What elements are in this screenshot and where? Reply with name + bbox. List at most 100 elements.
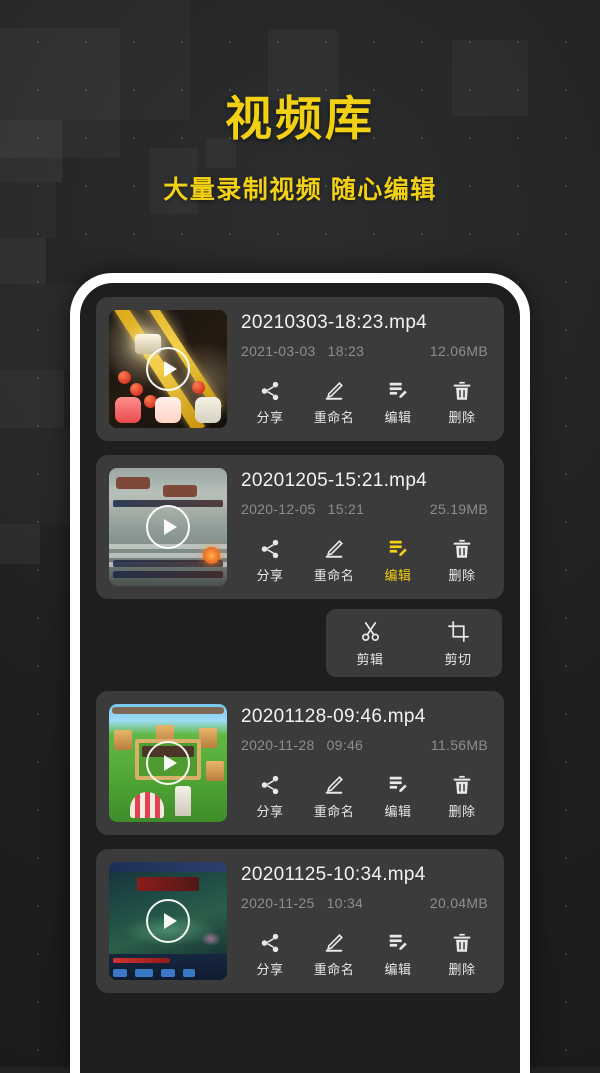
edit-button[interactable]: 编辑 — [369, 774, 427, 820]
rename-label: 重命名 — [313, 962, 355, 977]
pencil-icon — [325, 382, 343, 400]
share-button[interactable]: 分享 — [241, 538, 299, 584]
video-size: 11.56MB — [430, 737, 488, 753]
video-time: 15:21 — [327, 501, 365, 517]
video-actions: 分享 重命名 编辑 删除 — [241, 932, 491, 980]
share-icon — [261, 775, 279, 795]
rename-label: 重命名 — [313, 804, 355, 819]
edit-button[interactable]: 编辑 — [369, 932, 427, 978]
share-button[interactable]: 分享 — [241, 774, 299, 820]
edit-label: 编辑 — [384, 804, 412, 819]
video-time: 09:46 — [326, 737, 364, 753]
delete-label: 删除 — [448, 410, 476, 425]
pencil-icon — [325, 776, 343, 794]
trim-button[interactable]: 剪辑 — [326, 620, 414, 668]
edit-document-icon — [389, 382, 407, 398]
video-thumbnail[interactable] — [109, 862, 227, 980]
edit-button[interactable]: 编辑 — [369, 380, 427, 426]
video-date: 2021-03-03 — [241, 343, 316, 359]
video-info: 20201205-15:21.mp4 2020-12-05 15:21 25.1… — [241, 468, 491, 586]
share-icon — [261, 539, 279, 559]
rename-button[interactable]: 重命名 — [305, 932, 363, 978]
video-filename: 20201125-10:34.mp4 — [241, 864, 426, 885]
edit-document-icon — [389, 540, 407, 556]
edit-label: 编辑 — [384, 410, 412, 425]
video-meta: 2020-12-05 15:21 25.19MB — [241, 501, 491, 517]
video-list-item[interactable]: 20201205-15:21.mp4 2020-12-05 15:21 25.1… — [96, 455, 504, 599]
video-date: 2020-11-25 — [241, 895, 315, 911]
share-label: 分享 — [256, 568, 284, 583]
video-size: 20.04MB — [429, 895, 488, 911]
edit-label: 编辑 — [384, 568, 412, 583]
video-actions: 分享 重命名 编辑 删除 — [241, 774, 491, 822]
share-icon — [261, 381, 279, 401]
share-button[interactable]: 分享 — [241, 932, 299, 978]
video-size: 12.06MB — [429, 343, 488, 359]
video-size: 25.19MB — [429, 501, 488, 517]
delete-label: 删除 — [448, 804, 476, 819]
share-button[interactable]: 分享 — [241, 380, 299, 426]
share-icon — [261, 933, 279, 953]
trash-icon — [453, 539, 471, 558]
edit-submenu: 剪辑 剪切 — [326, 609, 502, 677]
delete-label: 删除 — [448, 568, 476, 583]
share-label: 分享 — [256, 410, 284, 425]
play-icon[interactable] — [146, 741, 190, 785]
video-actions: 分享 重命名 编辑 删除 — [241, 380, 491, 428]
pencil-icon — [325, 540, 343, 558]
play-icon[interactable] — [146, 505, 190, 549]
video-meta: 2021-03-03 18:23 12.06MB — [241, 343, 491, 359]
delete-button[interactable]: 删除 — [433, 538, 491, 584]
phone-mockup: 20210303-18:23.mp4 2021-03-03 18:23 12.0… — [70, 273, 530, 1073]
crop-icon — [447, 621, 469, 642]
video-thumbnail[interactable] — [109, 310, 227, 428]
crop-label: 剪切 — [444, 652, 472, 667]
video-info: 20201125-10:34.mp4 2020-11-25 10:34 20.0… — [241, 862, 491, 980]
rename-label: 重命名 — [313, 568, 355, 583]
edit-document-icon — [389, 934, 407, 950]
video-filename: 20210303-18:23.mp4 — [241, 312, 428, 333]
video-time: 18:23 — [327, 343, 365, 359]
edit-button[interactable]: 编辑 — [369, 538, 427, 584]
delete-button[interactable]: 删除 — [433, 932, 491, 978]
video-info: 20210303-18:23.mp4 2021-03-03 18:23 12.0… — [241, 310, 491, 428]
video-meta: 2020-11-28 09:46 11.56MB — [241, 737, 491, 753]
share-label: 分享 — [256, 962, 284, 977]
video-filename: 20201128-09:46.mp4 — [241, 706, 426, 727]
scissors-icon — [361, 622, 379, 641]
video-time: 10:34 — [326, 895, 364, 911]
trim-label: 剪辑 — [356, 652, 384, 667]
phone-screen: 20210303-18:23.mp4 2021-03-03 18:23 12.0… — [80, 283, 520, 1073]
rename-button[interactable]: 重命名 — [305, 774, 363, 820]
page-title: 视频库 — [225, 92, 375, 145]
promo-header: 视频库 大量录制视频 随心编辑 — [0, 0, 600, 206]
delete-label: 删除 — [448, 962, 476, 977]
trash-icon — [453, 775, 471, 794]
video-list-item[interactable]: 20201128-09:46.mp4 2020-11-28 09:46 11.5… — [96, 691, 504, 835]
edit-label: 编辑 — [384, 962, 412, 977]
video-thumbnail[interactable] — [109, 704, 227, 822]
trash-icon — [453, 933, 471, 952]
video-list-item[interactable]: 20201125-10:34.mp4 2020-11-25 10:34 20.0… — [96, 849, 504, 993]
video-meta: 2020-11-25 10:34 20.04MB — [241, 895, 491, 911]
page-subtitle: 大量录制视频 随心编辑 — [163, 176, 437, 205]
video-actions: 分享 重命名 编辑 删除 — [241, 538, 491, 586]
play-icon[interactable] — [146, 899, 190, 943]
crop-button[interactable]: 剪切 — [414, 620, 502, 668]
play-icon[interactable] — [146, 347, 190, 391]
video-date: 2020-11-28 — [241, 737, 315, 753]
video-date: 2020-12-05 — [241, 501, 316, 517]
pencil-icon — [325, 934, 343, 952]
video-thumbnail[interactable] — [109, 468, 227, 586]
video-filename: 20201205-15:21.mp4 — [241, 470, 428, 491]
delete-button[interactable]: 删除 — [433, 380, 491, 426]
video-list-item[interactable]: 20210303-18:23.mp4 2021-03-03 18:23 12.0… — [96, 297, 504, 441]
edit-document-icon — [389, 776, 407, 792]
share-label: 分享 — [256, 804, 284, 819]
rename-button[interactable]: 重命名 — [305, 538, 363, 584]
video-info: 20201128-09:46.mp4 2020-11-28 09:46 11.5… — [241, 704, 491, 822]
rename-label: 重命名 — [313, 410, 355, 425]
rename-button[interactable]: 重命名 — [305, 380, 363, 426]
delete-button[interactable]: 删除 — [433, 774, 491, 820]
trash-icon — [453, 381, 471, 400]
